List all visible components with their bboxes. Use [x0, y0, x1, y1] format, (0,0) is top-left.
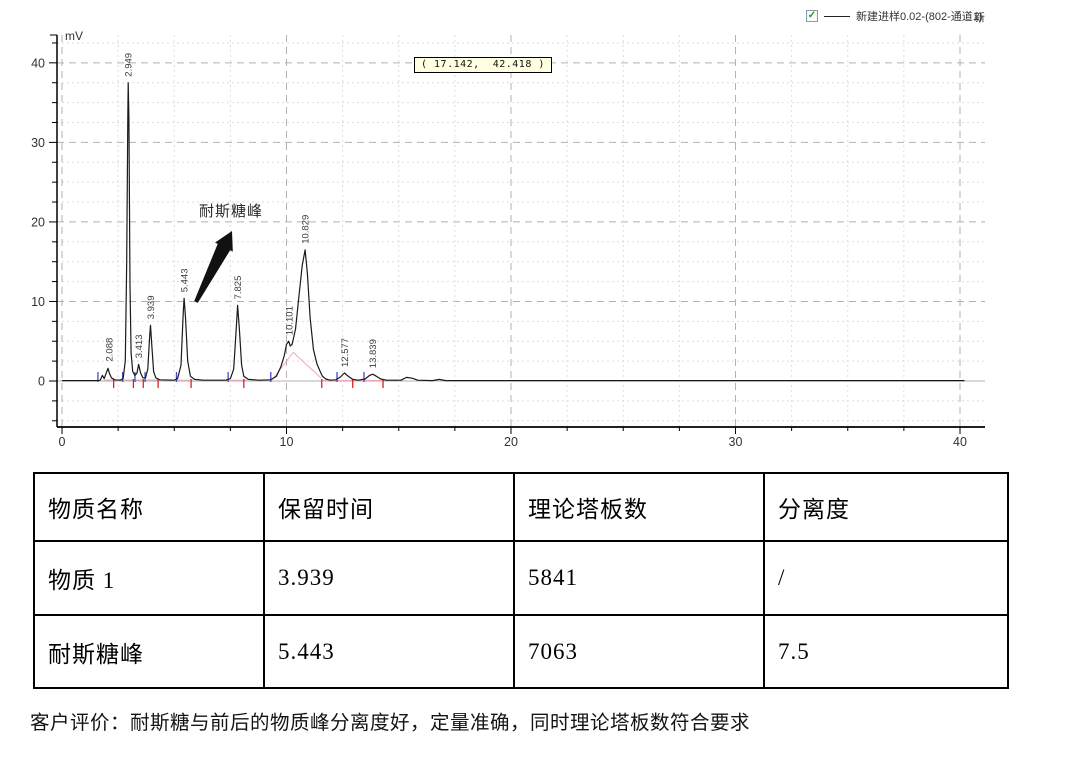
- cell-resolution: 7.5: [764, 615, 1008, 688]
- x-axis-tick-label: 20: [504, 435, 518, 449]
- peak-results-table: 物质名称 保留时间 理论塔板数 分离度 物质 1 3.939 5841 / 耐斯…: [33, 472, 1009, 689]
- x-axis-tick-label: 0: [59, 435, 66, 449]
- x-axis-tick-label: 40: [953, 435, 967, 449]
- peak-rt-label: 3.413: [134, 335, 145, 359]
- peak-rt-label: 10.101: [284, 306, 295, 335]
- table-row: 物质 1 3.939 5841 /: [34, 541, 1008, 615]
- peak-annotation-label: 耐斯糖峰: [199, 200, 263, 221]
- skim-line: [273, 352, 321, 378]
- cursor-coordinate-readout: ( 17.142, 42.418 ): [414, 57, 552, 73]
- gridlines: [57, 35, 985, 427]
- chromatogram-chart: 0 10 20 30 40 0 10 20 30 40 mV 2.088 2.949 3.413 3.93…: [0, 0, 1087, 462]
- y-axis-tick-label: 10: [31, 295, 45, 309]
- chromatogram-trace: [62, 83, 965, 381]
- legend-label: 新建进样0.02-(802-通道1): [856, 8, 983, 24]
- x-axis-tick-label: 10: [280, 435, 294, 449]
- legend-next-item-clipped: 新: [974, 9, 986, 25]
- x-axis-tick-label: 30: [729, 435, 743, 449]
- y-axis-tick-label: 40: [31, 56, 45, 70]
- peak-rt-label: 13.839: [368, 339, 379, 368]
- signal-trace: [62, 83, 965, 381]
- legend-line-sample: [824, 16, 850, 17]
- peak-rt-label: 12.577: [340, 338, 351, 367]
- peak-rt-label: 3.939: [146, 296, 157, 320]
- cell-retention: 3.939: [264, 541, 514, 615]
- peak-rt-label: 2.088: [104, 338, 115, 362]
- cell-plates: 7063: [514, 615, 764, 688]
- cell-substance: 物质 1: [34, 541, 264, 615]
- header-theoretical-plates: 理论塔板数: [514, 473, 764, 541]
- cell-substance: 耐斯糖峰: [34, 615, 264, 688]
- table-header-row: 物质名称 保留时间 理论塔板数 分离度: [34, 473, 1008, 541]
- y-axis-unit-label: mV: [65, 29, 83, 43]
- header-resolution: 分离度: [764, 473, 1008, 541]
- peak-rt-label: 7.825: [233, 276, 244, 300]
- legend-checkbox[interactable]: ✓: [806, 10, 818, 22]
- cell-plates: 5841: [514, 541, 764, 615]
- legend: ✓ 新建进样0.02-(802-通道1): [806, 8, 983, 24]
- cell-resolution: /: [764, 541, 1008, 615]
- peak-rt-label: 10.829: [301, 215, 312, 244]
- customer-evaluation-note: 客户评价：耐斯糖与前后的物质峰分离度好，定量准确，同时理论塔板数符合要求: [30, 706, 1050, 735]
- y-axis-tick-label: 20: [31, 215, 45, 229]
- y-axis-tick-label: 30: [31, 136, 45, 150]
- peak-rt-label: 5.443: [180, 269, 191, 293]
- cell-retention: 5.443: [264, 615, 514, 688]
- peak-rt-label: 2.949: [124, 53, 135, 77]
- table-row: 耐斯糖峰 5.443 7063 7.5: [34, 615, 1008, 688]
- y-axis-tick-label: 0: [38, 375, 45, 389]
- header-retention-time: 保留时间: [264, 473, 514, 541]
- header-substance-name: 物质名称: [34, 473, 264, 541]
